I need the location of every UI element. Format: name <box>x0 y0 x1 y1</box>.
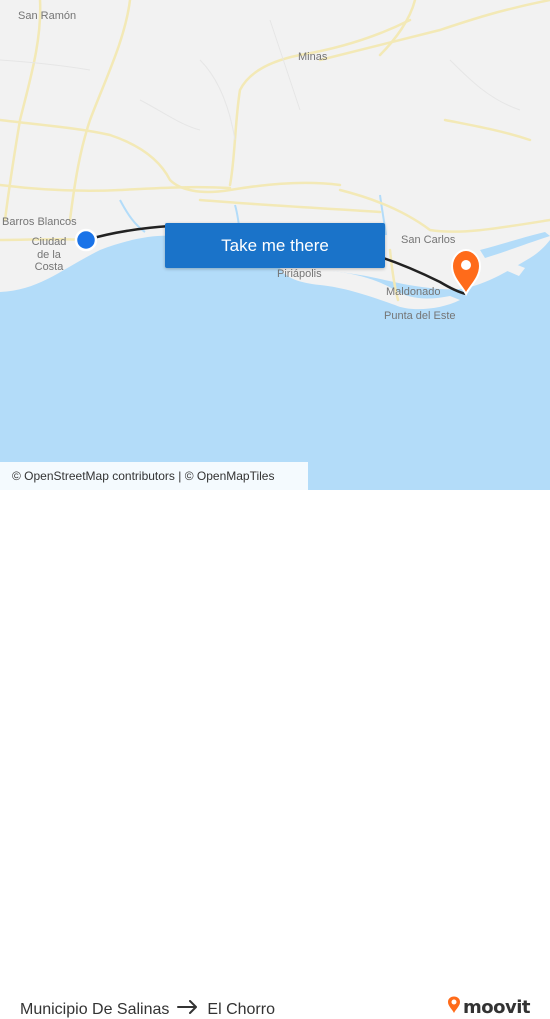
moovit-logo[interactable]: moovit <box>447 996 531 1019</box>
brand-wordmark: moovit <box>463 997 531 1018</box>
place-label-maldonado: Maldonado <box>386 286 441 298</box>
place-label-piriapolis: Piriápolis <box>277 268 322 280</box>
place-label-ciudad-de-la-costa: Ciudad de la Costa <box>31 236 67 274</box>
place-label-san-carlos: San Carlos <box>401 234 456 246</box>
arrow-right-icon <box>177 1000 199 1019</box>
map-view[interactable]: San Ramón Minas Barros Blancos Ciudad de… <box>0 0 550 490</box>
footer: Municipio De Salinas El Chorro moovit <box>0 490 550 1018</box>
take-me-there-button[interactable]: Take me there <box>165 223 385 268</box>
map-attribution: © OpenStreetMap contributors | © OpenMap… <box>0 462 308 490</box>
origin-name: Municipio De Salinas <box>20 1000 170 1018</box>
route-summary: Municipio De Salinas El Chorro <box>20 1000 275 1019</box>
origin-dot-icon <box>74 228 98 252</box>
place-label-minas: Minas <box>298 51 328 63</box>
place-label-barros-blancos: Barros Blancos <box>2 216 77 228</box>
place-label-punta-del-este: Punta del Este <box>384 310 456 322</box>
moovit-pin-icon <box>447 996 461 1019</box>
destination-name: El Chorro <box>207 1000 275 1018</box>
attribution-text: © OpenStreetMap contributors | © OpenMap… <box>12 469 275 483</box>
place-label-san-ramon: San Ramón <box>18 10 77 22</box>
